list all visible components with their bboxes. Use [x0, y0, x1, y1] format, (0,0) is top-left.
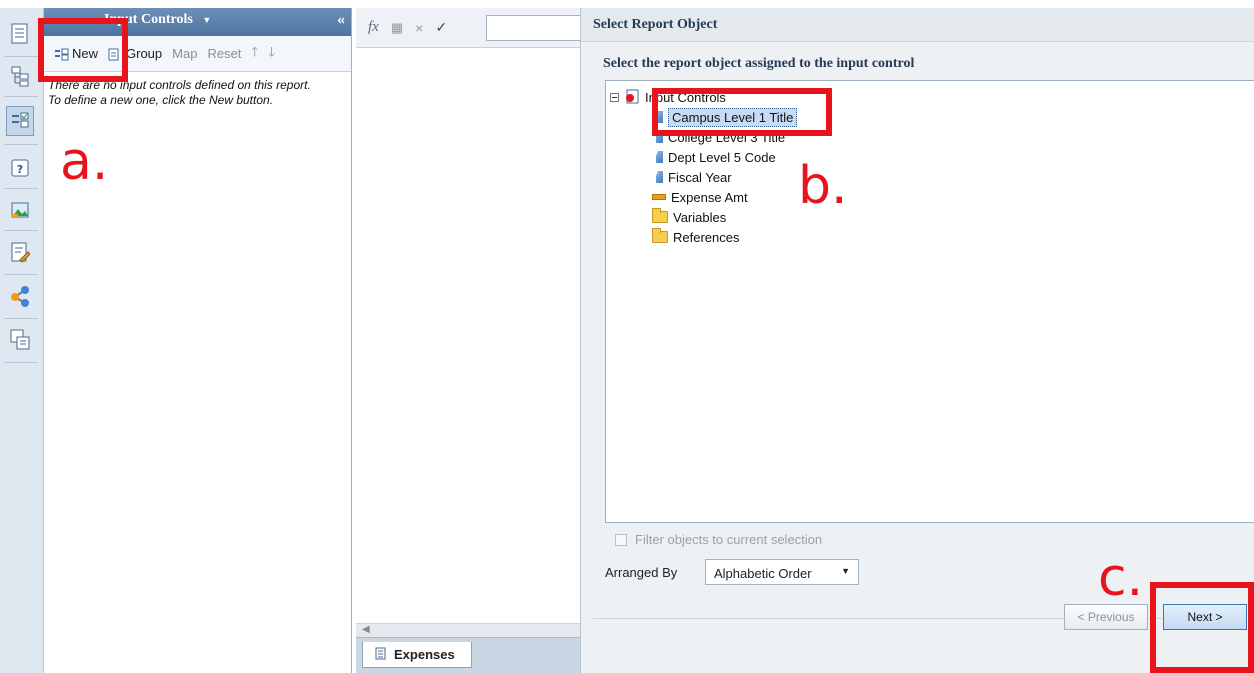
formula-bar: fx ▦ × ✓ [356, 8, 586, 48]
comments-icon[interactable] [8, 328, 32, 352]
annotation-box-c [1150, 582, 1254, 673]
tree-item-fiscal-year[interactable]: Fiscal Year [656, 167, 732, 187]
tab-label: Expenses [394, 647, 455, 662]
chevron-down-icon: ▼ [841, 566, 850, 576]
side-rail: ? [0, 8, 44, 673]
annotation-box-a [38, 18, 128, 82]
move-up-button[interactable]: 🡑 [251, 43, 258, 65]
tree-item-label: Fiscal Year [668, 169, 732, 185]
reset-button[interactable]: Reset [207, 46, 241, 61]
tree-item-references[interactable]: References [652, 227, 739, 247]
share-icon[interactable] [8, 284, 32, 308]
move-down-button[interactable]: 🡓 [268, 43, 275, 65]
validate-formula-icon[interactable]: ✓ [435, 19, 447, 36]
scroll-left-icon[interactable]: ◀ [362, 624, 370, 635]
tree-item-variables[interactable]: Variables [652, 207, 726, 227]
input-controls-panel: Input Controls ▼ « New Group Map Reset 🡑… [44, 8, 352, 673]
annotation-letter-b: b. [798, 156, 848, 216]
tree-item-label: References [673, 229, 740, 245]
report-object-tree: Input Controls Campus Level 1 Title Coll… [605, 80, 1254, 523]
arrow-up-icon: 🡑 [251, 43, 259, 59]
filter-label: Filter objects to current selection [635, 532, 823, 547]
tree-item-label: Expense Amt [671, 189, 748, 205]
formula-input[interactable] [486, 15, 586, 41]
tree-item-dept-level-5-code[interactable]: Dept Level 5 Code [656, 147, 776, 167]
map-button-label: Map [172, 46, 198, 61]
collapse-panel-icon[interactable]: « [337, 11, 345, 29]
report-tabs: Expenses [356, 637, 580, 673]
empty-message-line2: To define a new one, click the New butto… [48, 93, 274, 107]
variable-editor-icon[interactable]: ▦ [391, 20, 403, 36]
tab-expenses[interactable]: Expenses [362, 642, 472, 668]
report-canvas[interactable] [356, 48, 580, 623]
svg-text:?: ? [17, 163, 23, 176]
group-button-label: Group [126, 46, 163, 61]
arranged-by-select[interactable]: Alphabetic Order ▼ [705, 559, 859, 585]
document-structure-icon[interactable] [8, 22, 32, 46]
reset-button-label: Reset [207, 46, 242, 61]
arrow-down-icon: 🡓 [268, 43, 275, 59]
annotation-box-b [652, 88, 832, 136]
edit-document-icon[interactable] [8, 240, 32, 264]
arranged-by-value: Alphabetic Order [714, 566, 812, 581]
annotation-letter-c: c. [1098, 548, 1144, 608]
filter-objects-checkbox-row[interactable]: Filter objects to current selection [615, 532, 822, 547]
dialog-title: Select Report Object [581, 8, 1254, 42]
annotation-letter-a: a. [60, 132, 109, 192]
cancel-formula-icon[interactable]: × [415, 20, 423, 36]
formula-icon[interactable]: fx [368, 19, 379, 36]
report-page-icon [375, 647, 386, 663]
navigation-map-icon[interactable] [8, 64, 32, 88]
help-icon[interactable]: ? [8, 156, 32, 180]
input-controls-icon[interactable] [6, 106, 34, 136]
filter-checkbox[interactable] [615, 533, 627, 546]
arranged-by-label: Arranged By [605, 565, 678, 580]
horizontal-scrollbar[interactable]: ◀ [356, 623, 580, 637]
dropdown-caret-icon[interactable]: ▼ [202, 15, 211, 25]
dialog-subtitle: Select the report object assigned to the… [603, 56, 915, 71]
measure-icon [652, 194, 666, 200]
map-button[interactable]: Map [172, 46, 197, 61]
tree-item-expense-amt[interactable]: Expense Amt [652, 187, 748, 207]
folder-icon [652, 208, 668, 223]
collapse-tree-icon[interactable] [610, 92, 619, 102]
image-icon[interactable] [8, 198, 32, 222]
report-icon [624, 88, 640, 107]
dimension-icon [656, 171, 663, 183]
dimension-icon [656, 151, 663, 163]
tree-item-label: Dept Level 5 Code [668, 149, 776, 165]
tree-item-label: Variables [673, 209, 727, 225]
folder-icon [652, 228, 668, 243]
